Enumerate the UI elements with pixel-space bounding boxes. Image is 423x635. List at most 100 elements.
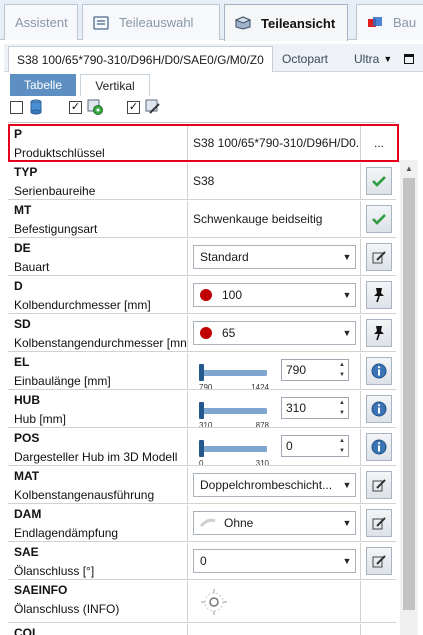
edit-icon[interactable] [366,509,392,537]
part-key-tab[interactable]: S38 100/65*790-310/D96H/D0/SAE0/G/M0/Z0 [8,46,273,72]
oil-port-icon [199,587,229,617]
pos-input[interactable]: 0 ▲ ▼ [281,435,349,457]
tab-teileauswahl-label: Teileauswahl [119,15,194,30]
row-el: EL Einbaulänge [mm] 790 1424 790 ▲ ▼ [8,353,396,390]
hub-value: 310 [286,401,307,415]
row-de: DE Bauart Standard ▼ [8,239,396,276]
chevron-down-icon: ▼ [342,252,352,262]
kolbendurchmesser-value: 100 [222,288,243,302]
kolbenstangendurchmesser-select[interactable]: 65 ▼ [193,321,356,345]
edit-settings-icon[interactable] [145,99,161,118]
tab-teileauswahl[interactable]: Teileauswahl [82,4,220,40]
row-sae-code: SAE [14,545,39,559]
oelanschluss-value: 0 [200,554,207,568]
pin-icon[interactable] [366,319,392,347]
check-icon[interactable] [366,205,392,233]
row-de-desc: Bauart [14,260,50,274]
row-mat-desc: Kolbenstangenausführung [14,488,155,502]
row-sae-value-cell: 0 ▼ [189,543,361,579]
row-de-code: DE [14,241,31,255]
einbaulaenge-slider[interactable]: 790 1424 [199,361,269,389]
view-tabs: Tabelle Vertikal [10,74,423,96]
row-sd-name: SD Kolbenstangendurchmesser [mn [8,315,188,351]
row-col-name: COL [8,624,188,635]
row-col-action [362,624,396,635]
slider-thumb[interactable] [199,402,204,419]
cylinder-icon[interactable] [29,99,43,118]
einbaulaenge-input[interactable]: 790 ▲ ▼ [281,359,349,381]
slider-track [201,446,267,452]
row-mat: MAT Kolbenstangenausführung Doppelchromb… [8,467,396,504]
pin-icon[interactable] [366,281,392,309]
pos-slider[interactable]: 0 310 [199,437,269,465]
row-sae-desc: Ölanschluss [°] [14,564,95,578]
hub-input[interactable]: 310 ▲ ▼ [281,397,349,419]
pos-value: 0 [286,439,293,453]
row-saeinfo-desc: Ölanschluss (INFO) [14,602,120,616]
endlagendaempfung-select[interactable]: Ohne ▼ [193,511,356,535]
slider-thumb[interactable] [199,364,204,381]
info-icon[interactable] [366,357,392,385]
hub-slider[interactable]: 310 878 [199,399,269,427]
row-mt-action [362,201,396,237]
scrollbar-thumb[interactable] [403,178,415,610]
maximize-icon[interactable] [404,46,414,72]
option-checkbox-3[interactable]: ✓ [127,101,140,114]
info-icon[interactable] [366,395,392,423]
spin-up-icon[interactable]: ▲ [336,436,348,446]
spin-down-icon[interactable]: ▼ [336,370,348,380]
info-icon[interactable] [366,433,392,461]
row-p: P Produktschlüssel S38 100/65*790-310/D9… [8,125,396,162]
spin-up-icon[interactable]: ▲ [336,360,348,370]
row-de-value-cell: Standard ▼ [189,239,361,275]
tab-tabelle[interactable]: Tabelle [10,74,76,96]
spin-down-icon[interactable]: ▼ [336,446,348,456]
slider-max-label: 1424 [251,383,269,389]
endlagendaempfung-value: Ohne [224,516,254,530]
kolbenstangendurchmesser-value: 65 [222,326,236,340]
ultra-dropdown[interactable]: Ultra ▼ [354,46,392,72]
row-mt-code: MT [14,203,32,217]
red-dot-icon [200,327,212,339]
bauart-select[interactable]: Standard ▼ [193,245,356,269]
kolbenstangenausfuehrung-select[interactable]: Doppelchrombeschicht... ▼ [193,473,356,497]
scroll-up-icon[interactable]: ▲ [400,160,418,176]
tab-assistent[interactable]: Assistent [4,4,78,40]
row-d-name: D Kolbendurchmesser [mm] [8,277,188,313]
tab-bau[interactable]: Bau [356,4,423,40]
row-sd-code: SD [14,317,31,331]
edit-icon[interactable] [366,243,392,271]
row-saeinfo-action [362,581,396,622]
row-sd-desc: Kolbenstangendurchmesser [mn [14,336,187,350]
kolbendurchmesser-select[interactable]: 100 ▼ [193,283,356,307]
edit-icon[interactable] [366,547,392,575]
row-mt-desc: Befestigungsart [14,222,98,236]
row-sae-action [362,543,396,579]
row-pos-name: POS Dargesteller Hub im 3D Modell [8,429,188,465]
oelanschluss-select[interactable]: 0 ▼ [193,549,356,573]
row-mt: MT Befestigungsart Schwenkauge beidseiti… [8,201,396,238]
row-hub-action [362,391,396,427]
row-mt-name: MT Befestigungsart [8,201,188,237]
row-hub-name: HUB Hub [mm] [8,391,188,427]
slider-thumb[interactable] [199,440,204,457]
row-typ: TYP Serienbaureihe S38 [8,163,396,200]
list-icon [93,15,109,30]
vertical-scrollbar[interactable]: ▲ [400,160,418,635]
tab-teileansicht[interactable]: Teileansicht [224,4,348,41]
tab-teileansicht-label: Teileansicht [261,15,336,31]
green-settings-icon[interactable] [87,99,103,118]
chevron-down-icon: ▼ [383,54,393,64]
spin-up-icon[interactable]: ▲ [336,398,348,408]
octopart-link[interactable]: Octopart [282,46,328,72]
tab-vertikal[interactable]: Vertikal [80,74,150,96]
option-checkbox-1[interactable] [10,101,23,114]
spin-down-icon[interactable]: ▼ [336,408,348,418]
row-el-value-cell: 790 1424 790 ▲ ▼ [189,353,361,389]
row-dam-code: DAM [14,507,42,521]
row-d-action [362,277,396,313]
row-p-more[interactable]: ... [362,125,396,161]
edit-icon[interactable] [366,471,392,499]
option-checkbox-2[interactable]: ✓ [69,101,82,114]
check-icon[interactable] [366,167,392,195]
